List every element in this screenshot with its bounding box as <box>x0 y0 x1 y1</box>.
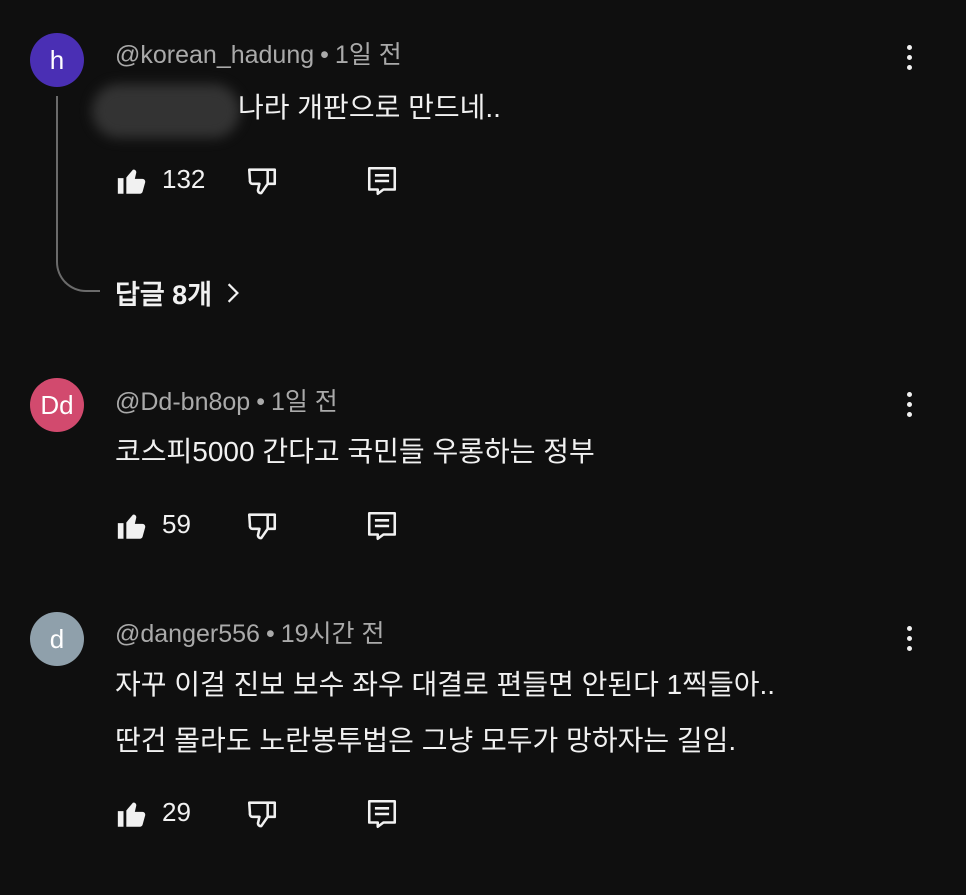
more-vert-icon-dot <box>906 64 912 70</box>
more-options-button[interactable] <box>892 384 926 424</box>
author-handle[interactable]: @korean_hadung <box>115 41 314 69</box>
more-vert-icon-dot <box>906 411 912 417</box>
thread-connector-line <box>56 96 100 292</box>
comment-time[interactable]: 19시간 전 <box>281 620 385 648</box>
thumb-up-icon[interactable] <box>115 797 149 831</box>
more-options-button[interactable] <box>892 37 926 77</box>
avatar-letter: h <box>49 44 65 75</box>
more-options-button[interactable] <box>892 618 926 658</box>
more-vert-icon-dot <box>906 635 912 641</box>
like-count: 132 <box>162 164 206 194</box>
comment-text-line-1: 자꾸 이걸 진보 보수 좌우 대결로 편들면 안된다 1찍들아.. <box>115 669 776 700</box>
more-vert-icon <box>906 44 912 50</box>
comment-meta: @Dd-bn8op • 1일 전 <box>115 382 338 418</box>
separator-dot: • <box>256 388 265 416</box>
reply-icon[interactable] <box>365 509 399 543</box>
comment-time[interactable]: 1일 전 <box>335 41 402 69</box>
avatar[interactable]: h <box>30 33 84 87</box>
thumb-up-icon[interactable] <box>115 164 149 198</box>
more-vert-icon-dot <box>906 54 912 60</box>
replies-label: 답글 8개 <box>115 280 213 310</box>
avatar-letter: d <box>49 623 65 654</box>
view-replies-button[interactable]: 답글 8개 <box>115 273 242 312</box>
avatar[interactable]: Dd <box>30 378 84 432</box>
comment-text: 나라 개판으로 만드네.. <box>238 92 501 123</box>
comment-actions: 59 <box>115 505 415 545</box>
comment-time[interactable]: 1일 전 <box>271 388 338 416</box>
chevron-right-icon <box>227 282 240 303</box>
reply-icon[interactable] <box>365 164 399 198</box>
author-handle[interactable]: @Dd-bn8op <box>115 388 250 416</box>
separator-dot: • <box>320 41 329 69</box>
comment-actions: 132 <box>115 160 415 200</box>
thumb-down-icon[interactable] <box>245 509 279 543</box>
comment-actions: 29 <box>115 793 415 833</box>
more-vert-icon-dot <box>906 645 912 651</box>
separator-dot: • <box>265 620 275 648</box>
thumb-down-icon[interactable] <box>245 164 279 198</box>
more-vert-icon-dot <box>906 401 912 407</box>
reply-icon[interactable] <box>365 797 399 831</box>
thumb-down-icon[interactable] <box>245 797 279 831</box>
comment-meta: @danger556 • 19시간 전 <box>115 614 384 650</box>
avatar-letter: Dd <box>40 389 74 420</box>
thumb-up-icon[interactable] <box>115 509 149 543</box>
comment-meta: @korean_hadung • 1일 전 <box>115 35 402 71</box>
comment-text: 코스피5000 간다고 국민들 우롱하는 정부 <box>115 436 595 467</box>
more-vert-icon <box>906 391 912 397</box>
author-handle[interactable]: @danger556 <box>115 620 260 648</box>
like-count: 59 <box>162 509 191 539</box>
avatar[interactable]: d <box>30 612 84 666</box>
redacted-blur <box>92 84 240 138</box>
more-vert-icon <box>906 625 912 631</box>
like-count: 29 <box>162 797 191 827</box>
comment-text-line-2: 딴건 몰라도 노란봉투법은 그냥 모두가 망하자는 길임. <box>115 725 737 756</box>
